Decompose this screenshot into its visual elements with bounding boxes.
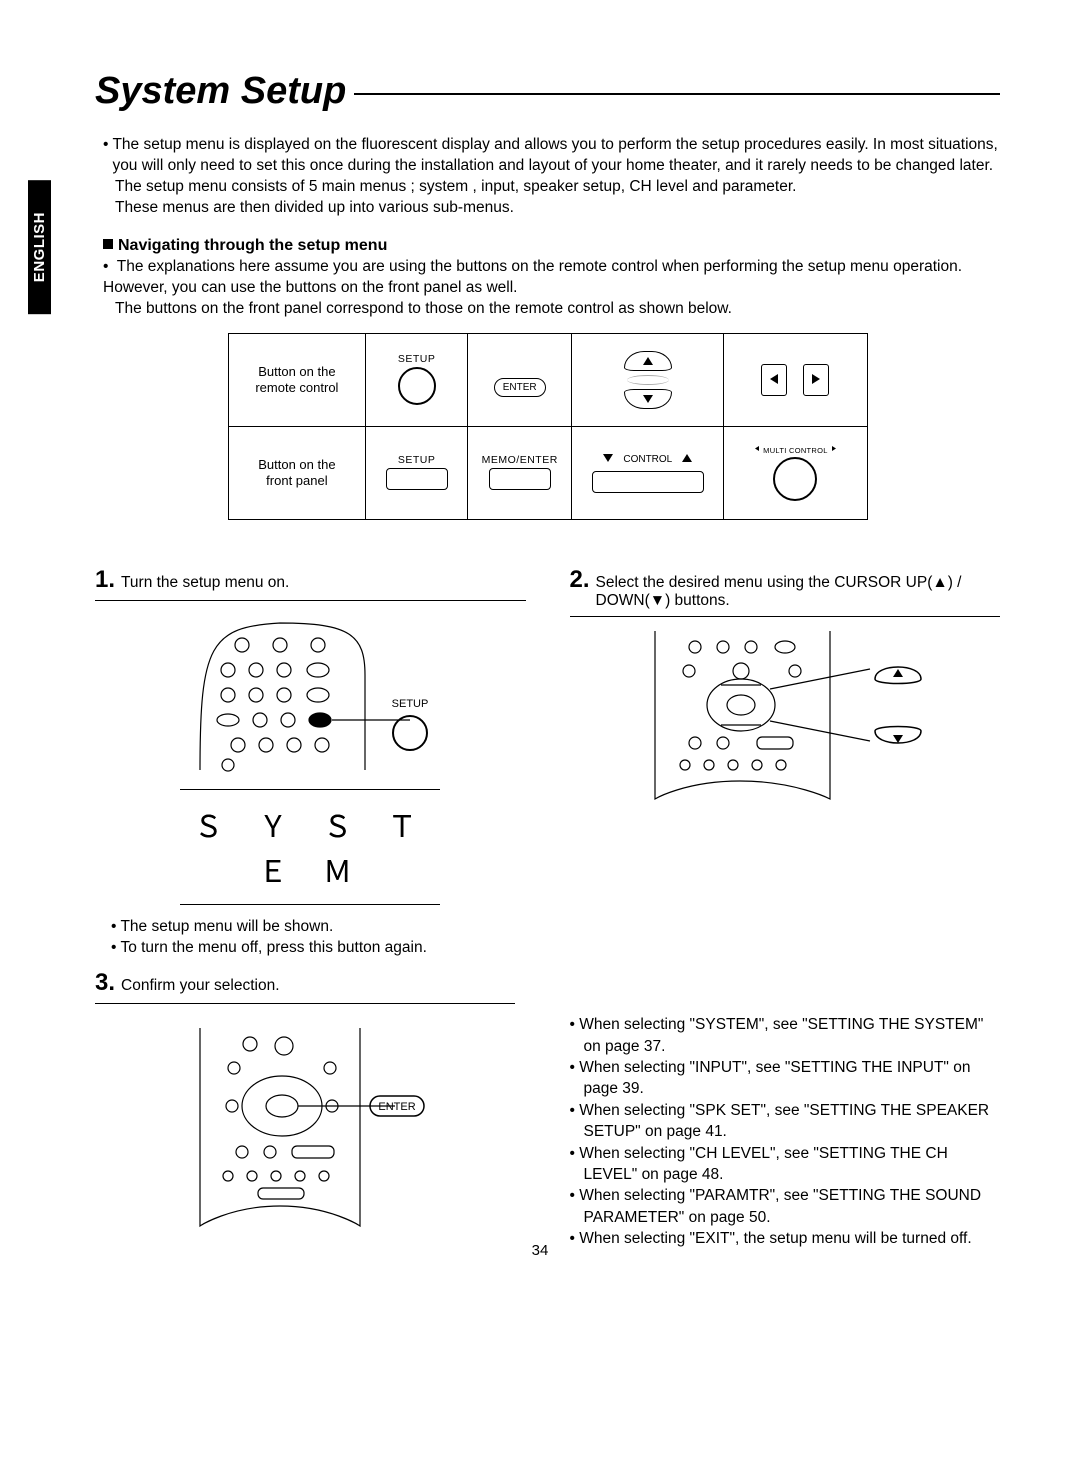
cell-remote-updown xyxy=(572,334,724,427)
step-3-number: 3. xyxy=(95,969,115,997)
page-title: System Setup xyxy=(95,70,1000,113)
cursor-left-icon xyxy=(761,364,787,396)
control-down-icon xyxy=(603,454,613,465)
cell-remote-setup: SETUP xyxy=(366,334,468,427)
cell-front-memoenter: MEMO/ENTER xyxy=(468,427,572,520)
step-3-reference-list: When selecting "SYSTEM", see "SETTING TH… xyxy=(570,1014,1001,1249)
ref-spkset: When selecting "SPK SET", see "SETTING T… xyxy=(570,1100,1001,1143)
enter-button-icon: ENTER xyxy=(494,378,546,397)
step-2-text: Select the desired menu using the CURSOR… xyxy=(596,574,1000,610)
cell-front-multicontrol: MULTI CONTROL xyxy=(724,427,867,520)
cell-remote-enter: ENTER xyxy=(468,334,572,427)
control-front-icon xyxy=(592,471,704,493)
callout-setup-label: SETUP xyxy=(392,698,429,710)
multicontrol-dial-icon xyxy=(773,457,817,501)
nav-heading: Navigating through the setup menu xyxy=(103,237,1000,255)
step-2: 2. Select the desired menu using the CUR… xyxy=(570,566,1001,959)
ref-system: When selecting "SYSTEM", see "SETTING TH… xyxy=(570,1014,1001,1057)
intro-bullet-text: The setup menu is displayed on the fluor… xyxy=(112,135,1000,177)
control-up-icon xyxy=(682,454,692,465)
nav-line-2: The buttons on the front panel correspon… xyxy=(115,299,1000,320)
cursor-down-icon xyxy=(624,389,672,409)
callout-setup-button-icon xyxy=(393,716,427,750)
step-1-number: 1. xyxy=(95,566,115,594)
setup-front-icon xyxy=(386,468,448,490)
intro-line-2: The setup menu consists of 5 main menus … xyxy=(115,177,1000,198)
intro-block: • The setup menu is displayed on the flu… xyxy=(103,135,1000,219)
nav-bullet: The explanations here assume you are usi… xyxy=(103,258,962,296)
cell-front-setup: SETUP xyxy=(366,427,468,520)
remote-illustration-setup: SETUP xyxy=(160,615,460,775)
memoenter-front-icon xyxy=(489,468,551,490)
step-1: 1. Turn the setup menu on. xyxy=(95,566,526,959)
step-1-text: Turn the setup menu on. xyxy=(121,574,289,592)
ref-chlevel: When selecting "CH LEVEL", see "SETTING … xyxy=(570,1143,1001,1186)
step-2-number: 2. xyxy=(570,566,590,594)
step-3-text: Confirm your selection. xyxy=(121,977,280,995)
setup-button-icon xyxy=(398,367,436,405)
intro-line-3: These menus are then divided up into var… xyxy=(115,198,1000,219)
title-text: System Setup xyxy=(95,70,346,113)
cell-front-control: CONTROL xyxy=(572,427,724,520)
step-1-note-1: The setup menu will be shown. xyxy=(111,917,526,938)
button-compare-table: Button on the remote control SETUP ENTER xyxy=(228,333,868,520)
step-3: 3. Confirm your selection. xyxy=(95,969,1000,1249)
callout-enter-label: ENTER xyxy=(379,1101,416,1113)
remote-illustration-enter: ENTER xyxy=(170,1028,450,1228)
display-text: Ｓ Ｙ Ｓ Ｔ Ｅ Ｍ xyxy=(187,802,434,892)
row-front-label: Button on the front panel xyxy=(228,427,366,520)
step-1-note-2: To turn the menu off, press this button … xyxy=(111,938,526,959)
row-remote-label: Button on the remote control xyxy=(228,334,366,427)
cursor-up-icon xyxy=(624,351,672,371)
fluorescent-display: Ｓ Ｙ Ｓ Ｔ Ｅ Ｍ xyxy=(180,789,440,905)
nav-text-block: • The explanations here assume you are u… xyxy=(103,257,1000,320)
ref-paramtr: When selecting "PARAMTR", see "SETTING T… xyxy=(570,1185,1001,1228)
cursor-right-icon xyxy=(803,364,829,396)
language-tab: ENGLISH xyxy=(28,180,51,314)
ref-input: When selecting "INPUT", see "SETTING THE… xyxy=(570,1057,1001,1100)
page-number: 34 xyxy=(0,1242,1080,1259)
remote-illustration-cursor xyxy=(625,631,945,801)
cell-remote-leftright xyxy=(724,334,867,427)
